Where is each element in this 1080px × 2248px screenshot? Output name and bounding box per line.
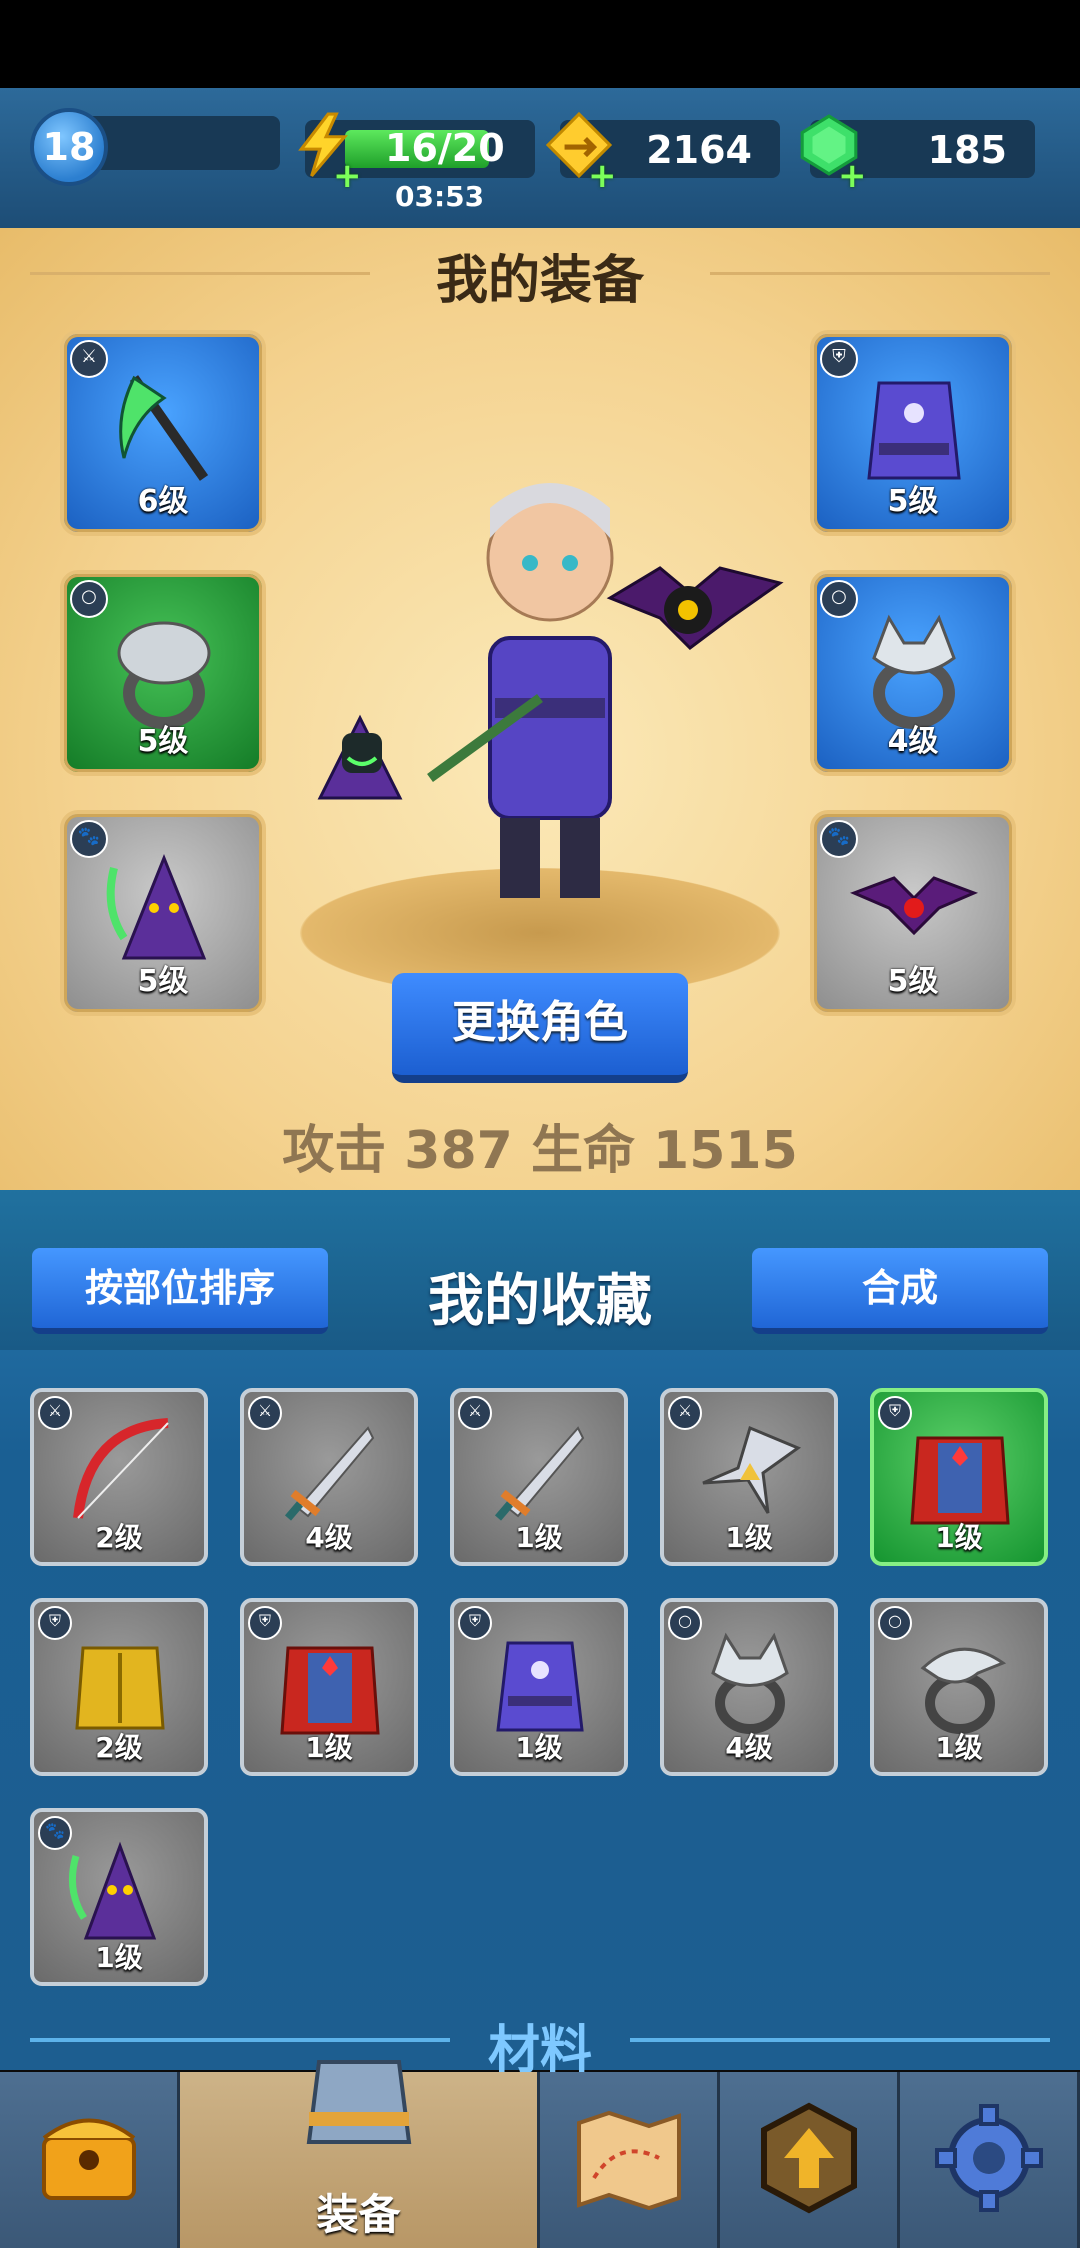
item-level: 1级 [515, 1521, 563, 1554]
nav-map[interactable] [540, 2072, 720, 2248]
slot-level: 5级 [887, 964, 939, 999]
collection-item[interactable]: ⛨ 1级 [870, 1388, 1048, 1566]
collection-item[interactable]: ⚔ 2级 [30, 1388, 208, 1566]
collection-item[interactable]: 🐾 1级 [30, 1808, 208, 1986]
item-level: 4级 [725, 1731, 773, 1764]
collection-item[interactable]: ⚔ 1级 [450, 1388, 628, 1566]
item-level: 1级 [515, 1731, 563, 1764]
merge-button[interactable]: 合成 [752, 1248, 1048, 1334]
equipment-title: 我的装备 [435, 251, 644, 311]
energy-value: 16/20 [385, 126, 505, 170]
robe-icon [496, 1641, 584, 1732]
sword-icon [494, 1426, 585, 1521]
gold-value: 2164 [646, 128, 752, 172]
item-level: 1级 [95, 1941, 143, 1974]
energy-timer: 03:53 [395, 180, 485, 213]
collection-item[interactable]: ○ 4级 [660, 1598, 838, 1776]
bottom-nav: 装备 [0, 2060, 1080, 2248]
slot-level: 6级 [137, 484, 189, 519]
equip-slot-pet[interactable]: 🐾 5级 [60, 810, 266, 1016]
status-bar [0, 0, 1080, 88]
player-level[interactable]: 18 [30, 108, 280, 186]
map-icon [576, 2110, 681, 2211]
equipment-icon [306, 2060, 411, 2144]
nav-upgrade[interactable] [720, 2072, 900, 2248]
collection-item[interactable]: ⛨ 1级 [240, 1598, 418, 1776]
slot-level: 5级 [137, 724, 189, 759]
shop-chest-icon [41, 2118, 136, 2200]
shuriken-icon [702, 1425, 802, 1514]
item-level: 1级 [725, 1521, 773, 1554]
upgrade-icon [760, 2102, 857, 2214]
item-level: 1级 [935, 1731, 983, 1764]
gem-counter[interactable]: + 185 [800, 114, 1035, 196]
collection-item[interactable]: ⚔ 4级 [240, 1388, 418, 1566]
sword-icon [284, 1426, 375, 1521]
character-stats: 攻击 387 生命 1515 [282, 1121, 798, 1181]
equip-slot-armor[interactable]: ⛨ 5级 [810, 330, 1016, 536]
slot-level: 5级 [137, 964, 189, 999]
reaper-pet-icon [68, 1841, 157, 1940]
hero-character [317, 483, 784, 898]
add-energy-icon[interactable]: + [333, 156, 362, 196]
add-gold-icon[interactable]: + [588, 156, 617, 196]
item-level: 1级 [305, 1731, 353, 1764]
equip-slot-ring-2[interactable]: ○ 4级 [810, 570, 1016, 776]
collection-item[interactable]: ○ 1级 [870, 1598, 1048, 1776]
item-level: 2级 [95, 1521, 143, 1554]
item-level: 4级 [305, 1521, 353, 1554]
level-badge: 18 [30, 108, 108, 186]
add-gem-icon[interactable]: + [838, 156, 867, 196]
golden-armor-icon [75, 1646, 165, 1730]
item-level: 1级 [935, 1521, 983, 1554]
bow-icon [73, 1418, 169, 1519]
collection-item[interactable]: ⛨ 2级 [30, 1598, 208, 1776]
slot-level: 4级 [887, 724, 939, 759]
gem-value: 185 [927, 128, 1007, 172]
item-level: 2级 [95, 1731, 143, 1764]
equip-slot-ring[interactable]: ○ 5级 [60, 570, 266, 776]
gold-counter[interactable]: + 2164 [546, 112, 780, 196]
collection-item[interactable]: ⚔ 1级 [660, 1388, 838, 1566]
equip-slot-weapon[interactable]: ⚔ 6级 [60, 330, 266, 536]
caped-armor-icon [910, 1436, 1010, 1525]
equipment-panel: 我的装备 ⚔ 6级 ○ 5级 🐾 5级 ⛨ 5级 ○ 4级 🐾 5级 更换角色 … [0, 228, 1080, 1190]
nav-shop[interactable] [0, 2072, 180, 2248]
equip-slot-pet-2[interactable]: 🐾 5级 [810, 810, 1016, 1016]
resource-bar: 18 + 16/20 03:53 + 2164 + 185 [0, 88, 1080, 228]
slot-level: 5级 [887, 484, 939, 519]
nav-settings[interactable] [900, 2072, 1080, 2248]
collection-panel: 按部位排序 我的收藏 合成 ⚔ 2级 ⚔ 4级 ⚔ 1级 ⚔ 1级 ⛨ 1级 ⛨… [0, 1190, 1080, 2070]
eagle-ring-icon [920, 1647, 1007, 1734]
collection-header: 按部位排序 我的收藏 合成 [0, 1190, 1080, 1350]
collection-item[interactable]: ⛨ 1级 [450, 1598, 628, 1776]
energy-counter[interactable]: + 16/20 [298, 112, 535, 196]
wolf-ring-icon [711, 1632, 789, 1734]
nav-equipment[interactable]: 装备 [180, 2060, 540, 2248]
change-character-button[interactable]: 更换角色 [392, 973, 688, 1083]
nav-equipment-label: 装备 [316, 2190, 401, 2239]
caped-armor-icon [280, 1646, 380, 1735]
settings-gear-icon [934, 2104, 1043, 2212]
